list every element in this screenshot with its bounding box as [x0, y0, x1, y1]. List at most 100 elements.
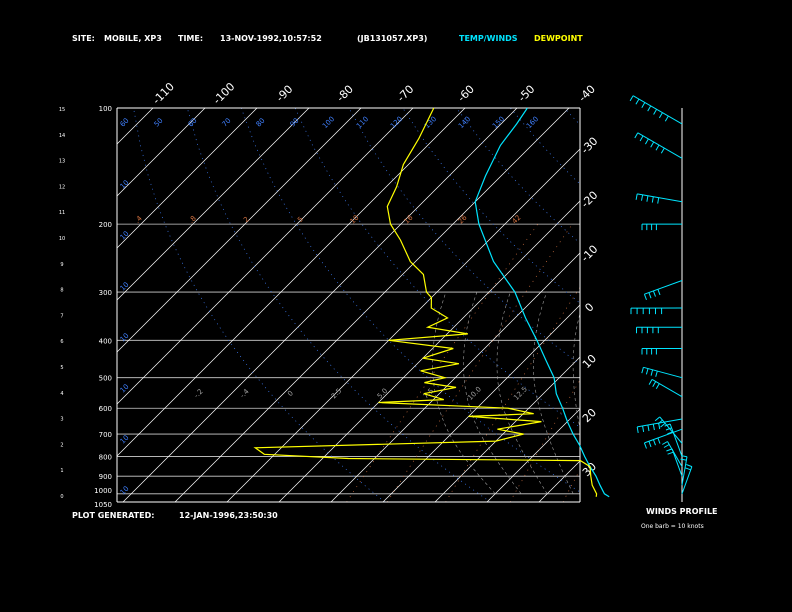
wind-barb — [632, 95, 683, 125]
right-temperature-tick-label: 20 — [580, 406, 599, 425]
moist-adiabat-label: -.2 — [192, 387, 204, 399]
height-tick-label: 3 — [60, 417, 63, 423]
moist-adiabat-label: 0 — [286, 389, 295, 398]
pressure-tick-label: 400 — [99, 337, 112, 345]
plot-generated-value: 12-JAN-1996,23:50:30 — [179, 511, 278, 520]
wind-barb-flag — [660, 422, 666, 428]
height-tick-label: 6 — [60, 339, 63, 345]
isotherm-line — [486, 408, 580, 502]
wind-barb-flag — [636, 426, 639, 433]
height-tick-label: 2 — [60, 442, 63, 448]
moist-adiabat-line — [533, 292, 574, 494]
height-tick-label: 13 — [59, 159, 65, 165]
height-tick-label: 15 — [59, 107, 65, 113]
wind-barb-flag — [651, 196, 654, 203]
top-temperature-tick-label: -60 — [455, 83, 477, 105]
winds-profile — [629, 95, 693, 502]
wind-barb-flag — [654, 416, 661, 422]
isotherm-line — [117, 108, 258, 249]
height-tick-label: 8 — [60, 288, 63, 294]
wind-barb-flag — [657, 289, 661, 296]
top-temperature-tick-label: -70 — [395, 83, 417, 105]
isotherm-line — [117, 108, 362, 353]
time-label: TIME: — [178, 34, 204, 43]
top-temperature-tick-label: -50 — [516, 83, 538, 105]
isotherm-line — [117, 108, 414, 405]
pressure-tick-label: 700 — [99, 431, 112, 439]
moist-adiabat-line — [613, 292, 631, 494]
isotherm-line — [695, 108, 792, 502]
pressure-tick-label: 900 — [99, 473, 112, 481]
dry-adiabat-label: 160 — [525, 115, 540, 130]
mixing-ratio-line — [685, 224, 792, 502]
wind-barb-flag — [641, 367, 644, 374]
right-temperature-tick-label: -30 — [579, 135, 601, 157]
wind-barb — [637, 132, 683, 159]
height-tick-label: 14 — [59, 133, 65, 139]
dry-adiabat-label: 140 — [457, 115, 472, 130]
wind-barb-flag — [646, 195, 649, 202]
moist-adiabat-label: 10.0 — [466, 385, 483, 402]
wind-barb-flag — [639, 135, 644, 142]
wind-barb-flag — [634, 132, 639, 139]
dry-adiabat-label: 10 — [119, 230, 131, 242]
isotherm-line — [434, 356, 580, 502]
wind-barb-flag — [652, 439, 656, 446]
skew-t-chart: 1050100090080070060050040030020010001234… — [0, 80, 792, 509]
mixing-ratio-label: 16 — [403, 213, 415, 225]
wind-barb-flag — [657, 419, 663, 425]
dry-adiabat-label: 150 — [491, 115, 506, 130]
mixing-ratio-label: 5 — [296, 215, 305, 224]
moist-adiabat-line — [649, 292, 679, 494]
dry-adiabat-label: 10 — [119, 485, 131, 497]
right-temperature-tick-label: -20 — [579, 189, 601, 211]
wind-barb-flag — [666, 448, 673, 452]
chart-series — [253, 107, 610, 498]
right-temperature-tick-label: 10 — [580, 352, 599, 371]
legend-temp-winds: TEMP/WINDS — [459, 34, 518, 43]
wind-barb-flag — [658, 112, 663, 119]
wind-barb-flag — [641, 102, 646, 108]
wind-barb-flag — [662, 441, 668, 445]
height-tick-label: 0 — [60, 494, 63, 500]
height-tick-label: 4 — [60, 391, 63, 397]
isotherm-line — [278, 200, 580, 502]
dry-adiabat-label: 120 — [389, 115, 404, 130]
legend-dewpoint: DEWPOINT — [534, 34, 583, 43]
wind-barb-flag — [635, 98, 640, 105]
right-temperature-tick-label: -10 — [579, 243, 601, 265]
top-temperature-tick-label: -80 — [334, 83, 356, 105]
wind-barb-flag — [647, 105, 652, 112]
wind-barb-flag — [645, 368, 649, 375]
height-tick-label: 7 — [60, 313, 63, 319]
wind-barb-flag — [652, 290, 656, 297]
top-temperature-tick-label: -40 — [576, 83, 598, 105]
wind-barb-flag — [667, 451, 674, 455]
height-tick-label: 5 — [60, 365, 63, 371]
top-temperature-tick-label: -100 — [211, 80, 238, 107]
dry-adiabat-line — [294, 108, 580, 428]
wind-barb-flag — [655, 370, 658, 377]
dry-adiabat-label: 130 — [423, 115, 438, 130]
wind-barb — [637, 193, 683, 203]
wind-barb-flag — [642, 425, 645, 432]
barb-note: One barb = 10 knots — [641, 523, 704, 530]
mixing-ratio-line — [642, 224, 784, 502]
wind-barb-flag — [652, 381, 657, 387]
pressure-tick-label: 600 — [99, 405, 112, 413]
wind-barb-flag — [680, 458, 687, 461]
mixing-ratio-label: .8 — [187, 214, 197, 224]
isotherm-line — [0, 108, 49, 502]
wind-barb — [644, 280, 683, 295]
mixing-ratio-label: 26 — [457, 213, 469, 225]
file-id: (JB131057.XP3) — [357, 34, 428, 43]
dry-adiabat-line — [780, 108, 792, 502]
isotherm-line — [591, 108, 792, 502]
height-tick-label: 12 — [59, 184, 65, 190]
wind-barb-flag — [663, 444, 670, 448]
wind-barb-flag — [635, 193, 638, 200]
dry-adiabat-label: 50 — [153, 117, 165, 129]
pressure-tick-label: 300 — [99, 289, 112, 297]
wind-barb-flag — [652, 424, 655, 431]
top-temperature-tick-label: -110 — [150, 80, 177, 107]
